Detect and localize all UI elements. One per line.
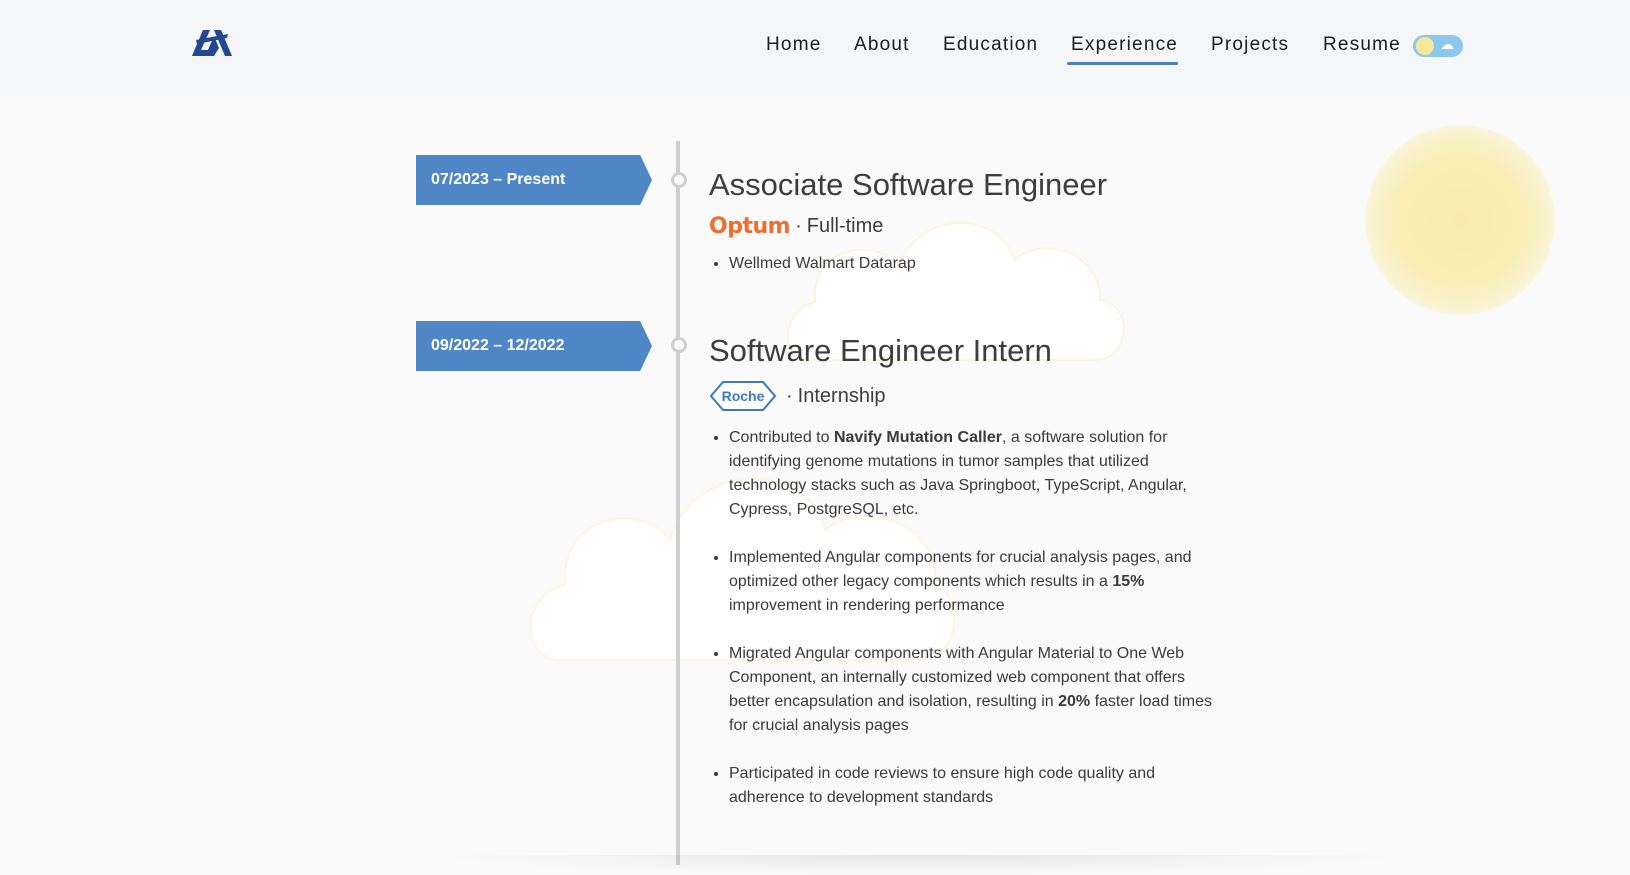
top-navbar: Home About Education Experience Projects… — [0, 0, 1630, 96]
monogram-logo-icon[interactable] — [190, 26, 234, 60]
cloud-icon: ☁ — [1440, 36, 1454, 52]
bullet-item: Participated in code reviews to ensure h… — [729, 762, 1229, 810]
nav-link-resume[interactable]: Resume — [1323, 30, 1401, 60]
roche-logo: Roche — [709, 381, 777, 411]
bullet-item: Contributed to Navify Mutation Caller, a… — [729, 426, 1229, 522]
separator: · — [795, 215, 802, 237]
nav-link-home[interactable]: Home — [766, 30, 821, 60]
bullet-item: Implemented Angular components for cruci… — [729, 546, 1229, 618]
highlight-text: 20% — [1058, 693, 1091, 710]
bullet-item: Migrated Angular components with Angular… — [729, 642, 1229, 738]
footer-shadow — [430, 855, 1410, 875]
nav-link-experience[interactable]: Experience — [1066, 30, 1179, 65]
optum-logo: Optum — [709, 214, 791, 239]
sun-decoration — [1365, 125, 1555, 315]
job-title: Associate Software Engineer — [709, 167, 1108, 202]
timeline-dot — [671, 337, 687, 353]
nav-link-projects[interactable]: Projects — [1211, 30, 1289, 60]
sun-icon — [1416, 37, 1434, 55]
responsibility-list: Wellmed Walmart Datarap — [709, 252, 1229, 276]
separator: · — [786, 384, 793, 407]
highlight-text: 15% — [1112, 573, 1145, 590]
employment-type: Full-time — [806, 215, 884, 237]
theme-toggle[interactable]: ☁ — [1413, 35, 1463, 57]
company-line: Roche · Internship — [709, 380, 886, 412]
bullet-text: Wellmed Walmart Datarap — [729, 255, 916, 272]
roche-logo-text: Roche — [722, 388, 765, 404]
bullet-text: Participated in code reviews to ensure h… — [729, 765, 1156, 806]
timeline-line — [676, 141, 680, 865]
date-badge: 07/2023 – Present — [416, 155, 652, 205]
responsibility-list: Contributed to Navify Mutation Caller, a… — [709, 426, 1229, 810]
nav-link-education[interactable]: Education — [943, 30, 1038, 60]
timeline-dot — [671, 172, 687, 188]
nav-link-about[interactable]: About — [854, 30, 910, 60]
highlight-text: Navify Mutation Caller — [833, 429, 1002, 446]
bullet-text: Contributed to — [729, 429, 834, 446]
date-badge: 09/2022 – 12/2022 — [416, 321, 652, 371]
job-title: Software Engineer Intern — [709, 333, 1052, 368]
bullet-item: Wellmed Walmart Datarap — [729, 252, 1229, 276]
bullet-text: improvement in rendering performance — [729, 597, 1005, 614]
company-line: Optum · Full-time — [709, 214, 883, 239]
employment-type: Internship — [797, 384, 886, 407]
